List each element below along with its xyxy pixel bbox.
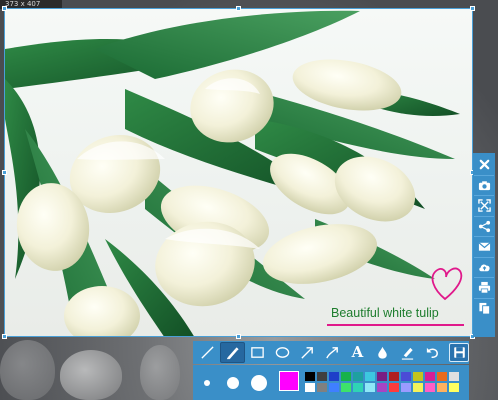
close-button[interactable] <box>474 155 494 176</box>
camera-icon <box>478 181 490 190</box>
color-swatch[interactable] <box>437 372 447 381</box>
share-icon <box>478 220 490 232</box>
email-button[interactable] <box>474 237 494 258</box>
blur-tool-button[interactable] <box>370 342 395 363</box>
color-swatch[interactable] <box>305 383 315 392</box>
undo-icon <box>426 347 438 359</box>
pen-tool-button[interactable] <box>220 342 245 363</box>
rectangle-tool-button[interactable] <box>245 342 270 363</box>
undo-button[interactable] <box>420 342 445 363</box>
color-palette <box>305 372 461 394</box>
fullscreen-button[interactable] <box>474 196 494 217</box>
current-color-swatch[interactable] <box>279 371 299 391</box>
print-button[interactable] <box>474 278 494 299</box>
color-swatch[interactable] <box>353 372 363 381</box>
droplet-icon <box>378 346 387 359</box>
heart-annotation <box>431 267 463 301</box>
side-toolbar <box>473 153 495 337</box>
brush-size-small[interactable] <box>204 380 210 386</box>
printer-icon <box>478 282 490 294</box>
resize-handle-top-right[interactable] <box>470 6 475 11</box>
copy-button[interactable] <box>474 299 494 320</box>
color-swatch[interactable] <box>437 383 447 392</box>
color-swatch[interactable] <box>401 383 411 392</box>
color-swatch[interactable] <box>341 383 351 392</box>
ellipse-tool-button[interactable] <box>270 342 295 363</box>
color-swatch[interactable] <box>389 372 399 381</box>
color-swatch[interactable] <box>365 372 375 381</box>
resize-handle-top[interactable] <box>236 6 241 11</box>
capture-region[interactable]: Beautiful white tulip <box>4 8 473 337</box>
upload-button[interactable] <box>474 258 494 278</box>
cloud-upload-icon <box>478 264 490 271</box>
color-swatch[interactable] <box>401 372 411 381</box>
brush-size-medium[interactable] <box>227 377 239 389</box>
color-swatch[interactable] <box>329 383 339 392</box>
arrow-icon <box>301 347 313 359</box>
color-swatch[interactable] <box>425 372 435 381</box>
dimmed-tulip <box>60 350 122 400</box>
expand-icon <box>477 199 491 213</box>
edit-toolbar: A <box>193 341 469 364</box>
ellipse-icon <box>275 347 290 358</box>
color-swatch[interactable] <box>377 372 387 381</box>
brush-size-large[interactable] <box>251 375 267 391</box>
line-icon <box>201 346 214 359</box>
color-swatch[interactable] <box>413 372 423 381</box>
marker-icon <box>401 347 414 360</box>
text-tool-button[interactable]: A <box>345 342 370 363</box>
close-icon <box>479 159 489 170</box>
annotation-text: Beautiful white tulip <box>331 306 439 320</box>
camera-button[interactable] <box>474 176 494 196</box>
color-swatch[interactable] <box>317 383 327 392</box>
share-button[interactable] <box>474 217 494 237</box>
rectangle-icon <box>251 347 264 358</box>
dimmed-tulip <box>140 345 180 400</box>
tool-options-panel <box>193 365 469 400</box>
copy-icon <box>478 303 490 315</box>
color-swatch[interactable] <box>389 383 399 392</box>
color-swatch[interactable] <box>425 383 435 392</box>
color-swatch[interactable] <box>353 383 363 392</box>
pen-icon <box>226 347 239 360</box>
color-swatch[interactable] <box>449 372 459 381</box>
color-swatch[interactable] <box>377 383 387 392</box>
dimmed-tulip <box>0 340 55 400</box>
color-swatch[interactable] <box>365 383 375 392</box>
resize-handle-bottom-left[interactable] <box>2 334 7 339</box>
mail-icon <box>478 242 490 251</box>
highlighter-tool-button[interactable] <box>395 342 420 363</box>
save-icon <box>453 347 465 358</box>
color-swatch[interactable] <box>317 372 327 381</box>
color-swatch[interactable] <box>413 383 423 392</box>
color-swatch[interactable] <box>329 372 339 381</box>
arrow-tool-button[interactable] <box>295 342 320 363</box>
color-swatch[interactable] <box>449 383 459 392</box>
line-tool-button[interactable] <box>195 342 220 363</box>
tulip-photo <box>5 10 463 336</box>
curved-arrow-tool-button[interactable] <box>320 342 345 363</box>
text-icon: A <box>351 343 364 361</box>
curved-arrow-icon <box>326 347 338 359</box>
resize-handle-left[interactable] <box>2 170 7 175</box>
save-button[interactable] <box>449 343 469 362</box>
color-swatch[interactable] <box>341 372 351 381</box>
color-swatch[interactable] <box>305 372 315 381</box>
annotation-underline <box>327 324 464 326</box>
resize-handle-top-left[interactable] <box>2 6 7 11</box>
resize-handle-bottom[interactable] <box>236 334 241 339</box>
